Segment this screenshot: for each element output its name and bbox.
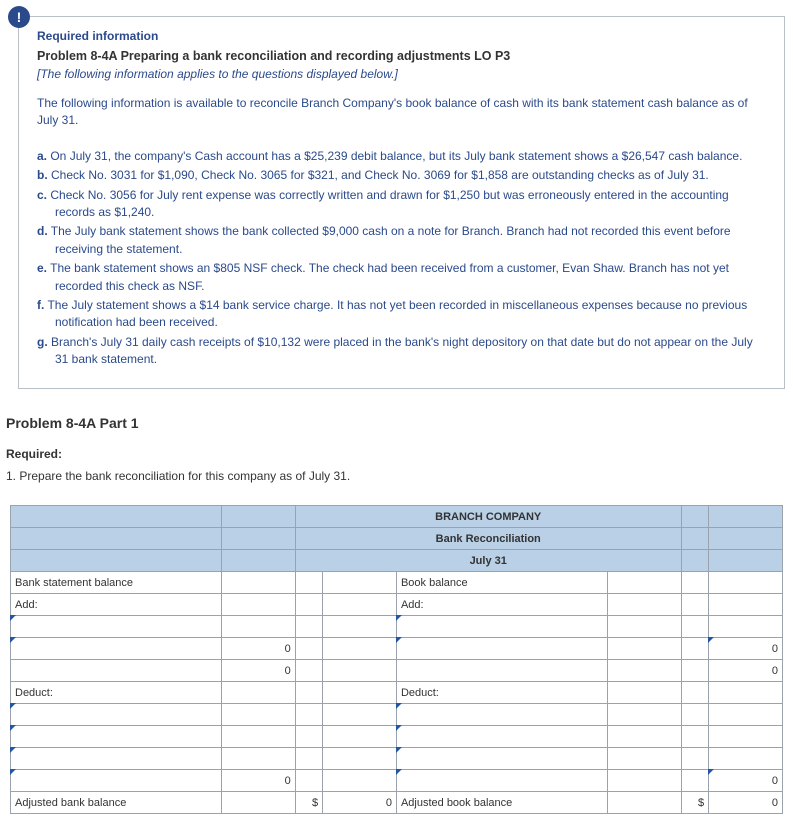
bank-add-line-3[interactable]	[323, 660, 397, 682]
item-d-marker: d.	[37, 224, 48, 238]
bank-ded-amt-2[interactable]	[221, 726, 295, 748]
book-add-line-3[interactable]: 0	[709, 660, 783, 682]
bank-ded-desc-4[interactable]	[11, 770, 222, 792]
bank-col-b[interactable]	[221, 572, 295, 594]
book-ded-desc-4[interactable]	[396, 770, 607, 792]
item-g-marker: g.	[37, 335, 48, 349]
book-add-desc-1[interactable]	[396, 616, 607, 638]
reconciliation-header: Bank Reconciliation	[295, 528, 681, 550]
item-b-marker: b.	[37, 168, 48, 182]
adjusted-bank-amount[interactable]: 0	[323, 792, 397, 814]
item-c: c. Check No. 3056 for July rent expense …	[37, 187, 766, 222]
book-add-desc-2[interactable]	[396, 638, 607, 660]
bank-col-c[interactable]	[295, 572, 322, 594]
bank-ded-line-4[interactable]	[323, 770, 397, 792]
item-b-text: Check No. 3031 for $1,090, Check No. 306…	[48, 168, 709, 182]
book-ded-amt-4[interactable]	[607, 770, 681, 792]
book-add-amt-1[interactable]	[607, 616, 681, 638]
item-g: g. Branch's July 31 daily cash receipts …	[37, 334, 766, 369]
bank-statement-balance-label[interactable]: Bank statement balance	[11, 572, 222, 594]
item-f-text: The July statement shows a $14 bank serv…	[44, 298, 747, 329]
book-add-amt-3[interactable]	[607, 660, 681, 682]
required-label: Required:	[6, 447, 793, 461]
item-d-text: The July bank statement shows the bank c…	[48, 224, 731, 255]
bank-add-desc-3[interactable]	[11, 660, 222, 682]
bank-add-desc-1[interactable]	[11, 616, 222, 638]
book-add-line-1[interactable]	[709, 616, 783, 638]
book-ded-line-4[interactable]: 0	[709, 770, 783, 792]
bank-col-d[interactable]	[323, 572, 397, 594]
bank-ded-desc-1[interactable]	[11, 704, 222, 726]
bank-add-amt-1[interactable]	[221, 616, 295, 638]
bank-ded-amt-4[interactable]: 0	[221, 770, 295, 792]
date-header: July 31	[295, 550, 681, 572]
adjusted-bank-label: Adjusted bank balance	[11, 792, 222, 814]
item-a-text: On July 31, the company's Cash account h…	[47, 149, 742, 163]
item-e: e. The bank statement shows an $805 NSF …	[37, 260, 766, 295]
book-ded-amt-3[interactable]	[607, 748, 681, 770]
item-c-marker: c.	[37, 188, 47, 202]
bank-add-amt-3[interactable]: 0	[221, 660, 295, 682]
item-f: f. The July statement shows a $14 bank s…	[37, 297, 766, 332]
item-b: b. Check No. 3031 for $1,090, Check No. …	[37, 167, 766, 184]
problem-title: Problem 8-4A Preparing a bank reconcilia…	[37, 49, 766, 63]
book-ded-amt-2[interactable]	[607, 726, 681, 748]
adjusted-book-label: Adjusted book balance	[396, 792, 607, 814]
bank-add-line-2[interactable]	[323, 638, 397, 660]
item-d: d. The July bank statement shows the ban…	[37, 223, 766, 258]
book-col-b[interactable]	[607, 572, 681, 594]
book-ded-desc-3[interactable]	[396, 748, 607, 770]
reconciliation-table-wrapper: BRANCH COMPANY Bank Reconciliation July …	[10, 505, 783, 814]
intro-paragraph: The following information is available t…	[37, 95, 766, 130]
book-add-desc-3[interactable]	[396, 660, 607, 682]
info-badge-icon: !	[8, 6, 30, 28]
adjusted-book-amount[interactable]: 0	[709, 792, 783, 814]
book-deduct-label: Deduct:	[396, 682, 607, 704]
item-e-text: The bank statement shows an $805 NSF che…	[47, 261, 729, 292]
part-title: Problem 8-4A Part 1	[6, 415, 793, 431]
bank-add-amt-2[interactable]: 0	[221, 638, 295, 660]
bank-ded-desc-2[interactable]	[11, 726, 222, 748]
bank-add-label: Add:	[11, 594, 222, 616]
item-c-text: Check No. 3056 for July rent expense was…	[47, 188, 729, 219]
required-information-heading: Required information	[37, 29, 766, 43]
item-a-marker: a.	[37, 149, 47, 163]
company-header: BRANCH COMPANY	[295, 506, 681, 528]
book-add-amt-2[interactable]	[607, 638, 681, 660]
book-add-line-2[interactable]: 0	[709, 638, 783, 660]
reconciliation-table: BRANCH COMPANY Bank Reconciliation July …	[10, 505, 783, 814]
bank-add-line-1[interactable]	[323, 616, 397, 638]
book-ded-desc-1[interactable]	[396, 704, 607, 726]
bank-deduct-label: Deduct:	[11, 682, 222, 704]
adjusted-book-currency: $	[681, 792, 708, 814]
applies-note: [The following information applies to th…	[37, 67, 766, 81]
bank-add-desc-2[interactable]	[11, 638, 222, 660]
adjusted-bank-currency: $	[295, 792, 322, 814]
bank-ded-amt-3[interactable]	[221, 748, 295, 770]
book-add-label: Add:	[396, 594, 607, 616]
item-a: a. On July 31, the company's Cash accoun…	[37, 148, 766, 165]
item-g-text: Branch's July 31 daily cash receipts of …	[48, 335, 753, 366]
book-balance-label[interactable]: Book balance	[396, 572, 607, 594]
book-col-d[interactable]	[709, 572, 783, 594]
item-e-marker: e.	[37, 261, 47, 275]
book-ded-amt-1[interactable]	[607, 704, 681, 726]
bank-ded-desc-3[interactable]	[11, 748, 222, 770]
required-information-panel: Required information Problem 8-4A Prepar…	[18, 16, 785, 389]
book-ded-desc-2[interactable]	[396, 726, 607, 748]
bank-ded-amt-1[interactable]	[221, 704, 295, 726]
task-text: 1. Prepare the bank reconciliation for t…	[6, 469, 793, 483]
book-col-c[interactable]	[681, 572, 708, 594]
